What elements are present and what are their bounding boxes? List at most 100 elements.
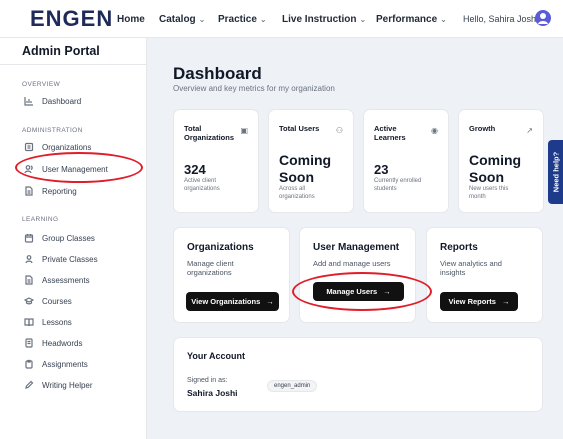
stat-desc: Active client organizations (184, 178, 220, 192)
sidebar-item-label: Lessons (42, 317, 72, 327)
chevron-down-icon: ⌄ (198, 15, 206, 24)
nav-performance[interactable]: Performance ⌄ (376, 14, 447, 25)
stat-card-growth: Growth ↗ Coming Soon New users this mont… (458, 109, 544, 213)
stat-value: Coming Soon (279, 152, 332, 185)
chevron-down-icon: ⌄ (440, 15, 447, 24)
user-greeting: Hello, Sahira Joshi (463, 14, 539, 24)
username-badge: engen_admin (267, 380, 318, 392)
stat-card-active-learners: Active Learners ◉ 23 Currently enrolled … (363, 109, 449, 213)
sidebar-item-assignments[interactable]: Assignments (22, 356, 140, 372)
sidebar-item-label: Group Classes (42, 233, 95, 243)
nav-home[interactable]: Home (117, 14, 145, 25)
feature-card-organizations: Organizations Manage client organization… (173, 227, 290, 323)
top-nav: ENGEN Home Catalog ⌄ Practice ⌄ Live Instr… (0, 0, 563, 38)
sidebar-item-writing-helper[interactable]: Writing Helper (22, 377, 140, 393)
button-label: Manage Users (326, 287, 378, 296)
page-title: Dashboard (173, 64, 262, 83)
need-help-tab[interactable]: Need help? (548, 140, 563, 204)
feature-title: User Management (313, 242, 400, 253)
sidebar-item-label: Dashboard (42, 96, 82, 106)
nav-catalog[interactable]: Catalog ⌄ (159, 14, 205, 25)
sidebar-item-label: Assessments (42, 275, 90, 285)
divider (0, 64, 147, 65)
document-icon (22, 275, 36, 285)
nav-live-instruction[interactable]: Live Instruction ⌄ (282, 14, 366, 25)
signed-in-label: Signed in as: (187, 377, 228, 384)
account-title: Your Account (187, 351, 245, 361)
document-icon (22, 186, 36, 196)
stat-desc: New users this month (469, 186, 509, 200)
book-icon (22, 317, 36, 327)
stat-label: Active Learners (374, 124, 406, 142)
sidebar-item-label: Writing Helper (42, 380, 93, 390)
account-name: Sahira Joshi (187, 388, 238, 398)
graduation-cap-icon (22, 296, 36, 306)
sidebar-item-organizations[interactable]: Organizations (22, 139, 140, 155)
trend-up-icon: ↗ (526, 126, 533, 135)
section-label-learning: LEARNING (22, 216, 59, 223)
feature-desc: Manage client organizations (187, 259, 234, 277)
building-icon: ▣ (240, 126, 248, 135)
section-label-administration: ADMINISTRATION (22, 127, 83, 134)
button-label: View Reports (448, 297, 496, 306)
nav-catalog-label: Catalog (159, 14, 196, 25)
sidebar-item-label: Headwords (42, 338, 83, 348)
sidebar-item-group-classes[interactable]: Group Classes (22, 230, 140, 246)
notebook-icon (22, 338, 36, 348)
view-reports-button[interactable]: View Reports → (440, 292, 518, 311)
main-content: Dashboard Overview and key metrics for m… (148, 38, 563, 439)
stat-desc: Across all organizations (279, 186, 315, 200)
engen-logo[interactable]: ENGEN (30, 6, 113, 32)
user-icon (22, 254, 36, 264)
feature-card-reports: Reports View analytics and insights View… (426, 227, 543, 323)
nav-practice[interactable]: Practice ⌄ (218, 14, 267, 25)
building-icon (22, 142, 36, 152)
user-icon (538, 13, 548, 24)
sidebar-title: Admin Portal (22, 44, 100, 58)
stat-label: Total Organizations (184, 124, 235, 142)
users-icon: ⚇ (335, 126, 343, 135)
clipboard-icon (22, 359, 36, 369)
sidebar-item-lessons[interactable]: Lessons (22, 314, 140, 330)
sidebar-item-courses[interactable]: Courses (22, 293, 140, 309)
feature-desc: View analytics and insights (440, 259, 502, 277)
feature-card-user-management: User Management Add and manage users Man… (299, 227, 416, 323)
manage-users-button[interactable]: Manage Users → (313, 282, 404, 301)
sidebar-item-assessments[interactable]: Assessments (22, 272, 140, 288)
account-card: Your Account Signed in as: Sahira Joshi … (173, 337, 543, 412)
feature-title: Reports (440, 242, 478, 253)
sidebar-item-user-management[interactable]: User Management (22, 161, 140, 177)
stat-card-total-organizations: Total Organizations ▣ 324 Active client … (173, 109, 259, 213)
sidebar-item-label: User Management (42, 164, 108, 174)
chevron-down-icon: ⌄ (259, 15, 267, 24)
chevron-down-icon: ⌄ (359, 15, 367, 24)
sidebar: Admin Portal OVERVIEW Dashboard ADMINIST… (0, 38, 147, 439)
sidebar-item-reporting[interactable]: Reporting (22, 183, 140, 199)
sidebar-item-label: Organizations (42, 142, 92, 152)
sidebar-item-headwords[interactable]: Headwords (22, 335, 140, 351)
sidebar-item-label: Courses (42, 296, 72, 306)
arrow-right-icon: → (266, 297, 274, 306)
stat-value: Coming Soon (469, 152, 522, 185)
section-label-overview: OVERVIEW (22, 81, 61, 88)
view-organizations-button[interactable]: View Organizations → (186, 292, 279, 311)
feature-title: Organizations (187, 242, 254, 253)
nav-practice-label: Practice (218, 14, 257, 25)
sidebar-item-label: Reporting (42, 186, 77, 196)
stat-label: Growth (469, 124, 496, 133)
need-help-label: Need help? (551, 151, 560, 193)
stat-desc: Currently enrolled students (374, 178, 422, 192)
avatar[interactable] (535, 10, 551, 26)
sidebar-item-label: Private Classes (42, 254, 98, 264)
nav-performance-label: Performance (376, 14, 438, 25)
stat-value: 324 (184, 162, 206, 177)
stat-label: Total Users (279, 124, 320, 133)
button-label: View Organizations (191, 297, 261, 306)
sidebar-item-private-classes[interactable]: Private Classes (22, 251, 140, 267)
users-icon (22, 164, 36, 174)
sidebar-item-dashboard[interactable]: Dashboard (22, 93, 140, 109)
nav-home-label: Home (117, 14, 145, 25)
sidebar-item-label: Assignments (42, 359, 88, 369)
eye-icon: ◉ (431, 126, 438, 135)
page-subtitle: Overview and key metrics for my organiza… (173, 84, 335, 93)
